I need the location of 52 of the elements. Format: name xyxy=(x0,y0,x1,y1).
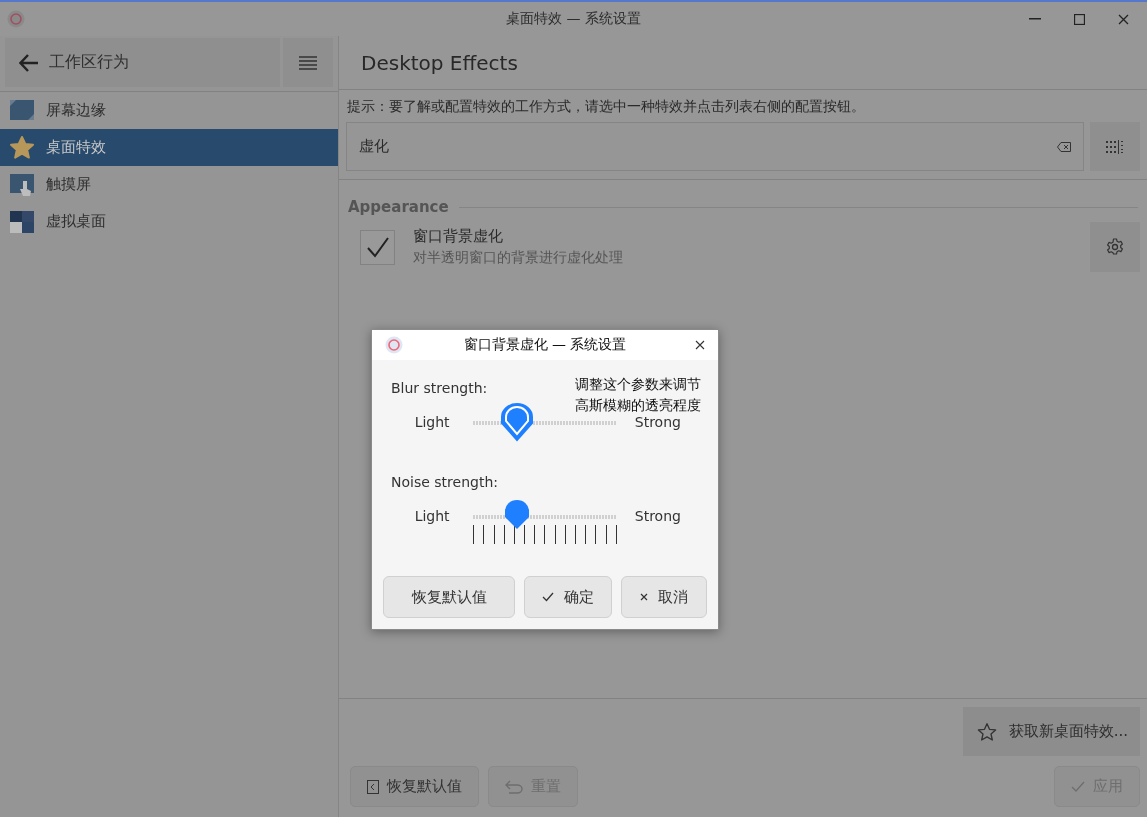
sidebar-item[interactable]: 桌面特效 xyxy=(0,129,338,166)
maximize-icon xyxy=(1073,13,1085,25)
min-label: Light xyxy=(413,507,451,524)
dialog-button[interactable]: 恢复默认值 xyxy=(383,576,516,618)
virtual-desktops-icon xyxy=(10,210,34,233)
dialog-button[interactable]: 确定 xyxy=(524,576,612,618)
app-gear-icon xyxy=(6,9,26,29)
menu-icon xyxy=(299,54,317,71)
slider-handle[interactable] xyxy=(498,402,535,444)
group-title: Appearance xyxy=(348,198,449,216)
check-icon xyxy=(541,592,554,602)
document-icon xyxy=(367,779,379,794)
touchscreen-icon xyxy=(10,173,34,196)
configure-button[interactable] xyxy=(1090,122,1140,171)
hint-text: 提示：要了解或配置特效的工作方式，请选中一种特效并点击列表右侧的配置按钮。 xyxy=(346,97,866,116)
page-title: Desktop Effects xyxy=(339,36,1147,90)
screen-edge-icon xyxy=(10,99,34,122)
back-button[interactable]: 工作区行为 xyxy=(5,38,280,87)
sidebar-item[interactable]: 虚拟桌面 xyxy=(0,203,338,240)
effect-name: 窗口背景虚化 xyxy=(413,227,504,246)
grid-icon xyxy=(1106,139,1124,154)
slider-handle[interactable] xyxy=(503,500,530,530)
app-gear-icon xyxy=(384,335,404,355)
check-icon xyxy=(1071,780,1085,793)
star-icon xyxy=(10,135,34,160)
tooltip-text: 调整这个参数来调节 高斯模糊的透亮程度 xyxy=(575,375,701,415)
max-label: Strong xyxy=(633,507,682,524)
star-outline-icon xyxy=(976,721,997,742)
window-title: 桌面特效 — 系统设置 xyxy=(505,10,642,28)
dialog-title: 窗口背景虚化 — 系统设置 xyxy=(462,336,628,354)
settings-button[interactable] xyxy=(1090,222,1140,272)
dialog-button[interactable]: 取消 xyxy=(620,576,707,618)
clear-icon[interactable] xyxy=(1057,142,1071,152)
settings-icon xyxy=(1106,238,1124,256)
effect-checkbox[interactable] xyxy=(360,229,395,265)
checkmark-icon xyxy=(365,236,390,258)
slider-label: Blur strength: xyxy=(391,380,488,396)
close-icon xyxy=(639,593,648,601)
minimize-icon xyxy=(1029,18,1041,20)
undo-icon xyxy=(505,779,523,794)
sidebar-item[interactable]: 触摸屏 xyxy=(0,166,338,203)
close-icon xyxy=(1117,13,1129,25)
back-arrow-icon xyxy=(19,53,39,72)
close-icon xyxy=(695,340,705,350)
search-field[interactable]: 虚化 xyxy=(346,122,1084,171)
menu-button[interactable] xyxy=(283,38,333,87)
sidebar-item[interactable]: 屏幕边缘 xyxy=(0,92,338,129)
min-label: Light xyxy=(413,413,451,430)
get-new-effects-button[interactable]: 获取新桌面特效... xyxy=(962,707,1140,756)
footer-button[interactable]: 恢复默认值 xyxy=(350,766,479,807)
slider-label: Noise strength: xyxy=(391,474,498,490)
max-label: Strong xyxy=(633,413,682,430)
